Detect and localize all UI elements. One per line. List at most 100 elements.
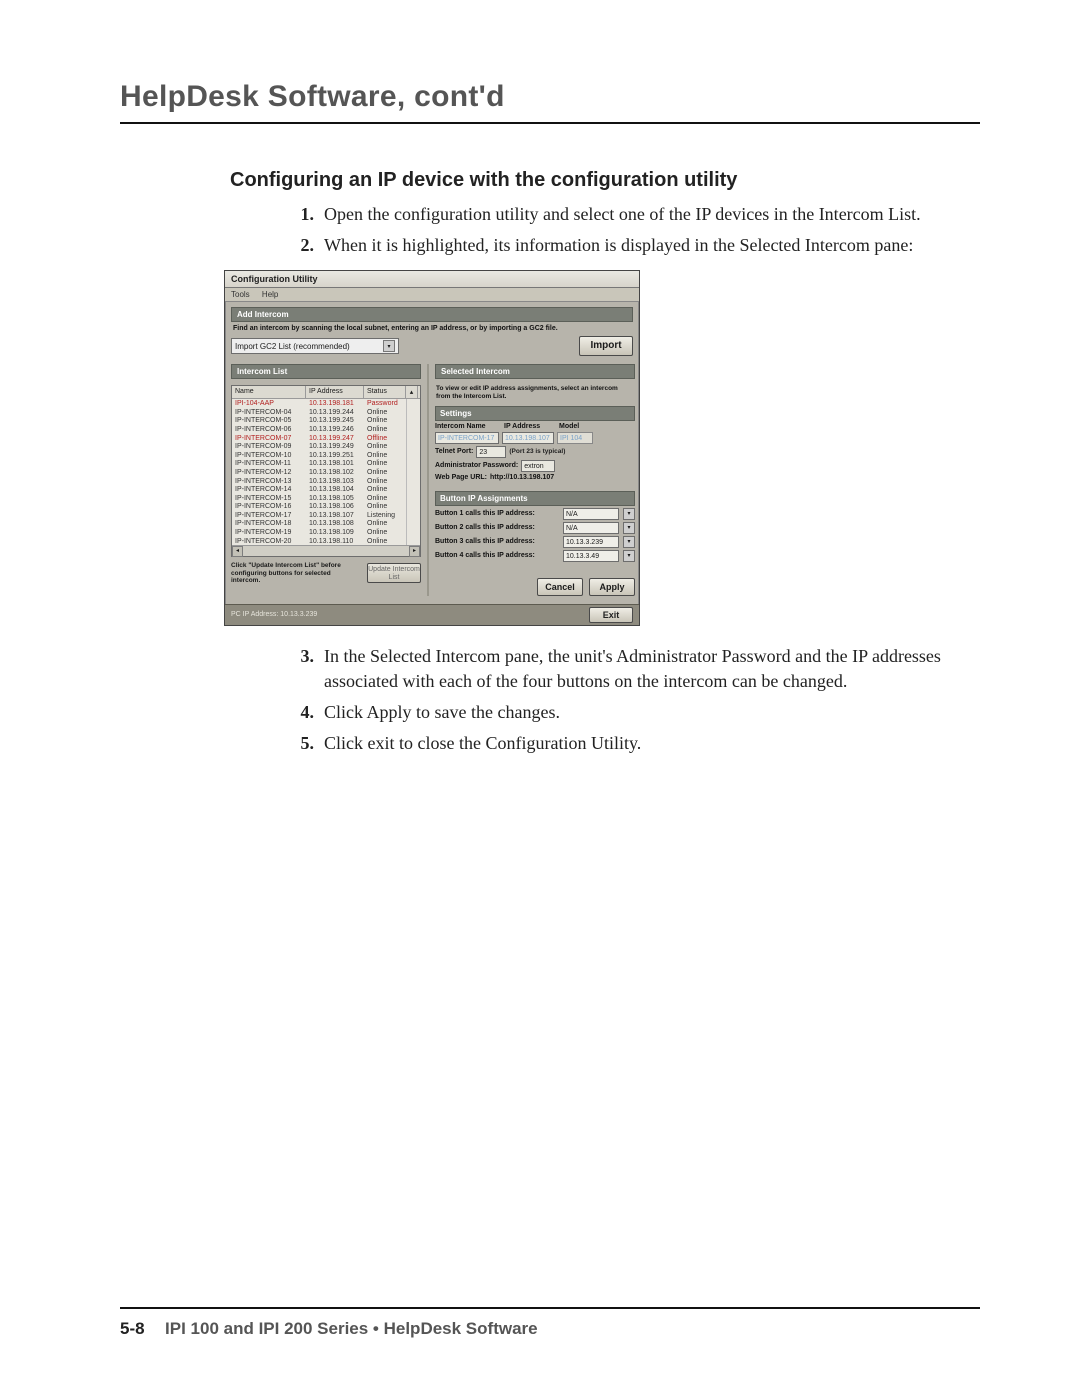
cell-scroll [406,425,418,434]
step-1: 1. Open the configuration utility and se… [290,202,980,227]
cell-status: Online [364,528,406,537]
col-status[interactable]: Status [364,386,406,398]
cell-ip: 10.13.199.251 [306,451,364,460]
cell-scroll [406,460,418,469]
steps-list: 1. Open the configuration utility and se… [230,202,980,258]
section-title: Configuring an IP device with the config… [230,169,980,192]
table-row[interactable]: IPI-104-AAP10.13.198.181Password [232,399,420,408]
cell-scroll [406,399,418,408]
table-row[interactable]: IP-INTERCOM-0610.13.199.246Online [232,425,420,434]
update-intercom-list-button[interactable]: Update Intercom List [367,563,421,583]
table-row[interactable]: IP-INTERCOM-1010.13.199.251Online [232,451,420,460]
button-ip-row: Button 3 calls this IP address: 10.13.3.2… [435,536,635,548]
ip-address-label: IP Address [504,423,556,430]
button-ip-label: Button 3 calls this IP address: [435,538,559,545]
table-row[interactable]: IP-INTERCOM-1510.13.198.105Online [232,494,420,503]
table-row[interactable]: IP-INTERCOM-2010.13.198.110Online [232,537,420,546]
col-ip[interactable]: IP Address [306,386,364,398]
table-row[interactable]: IP-INTERCOM-1710.13.198.107Listening [232,511,420,520]
table-row[interactable]: IP-INTERCOM-1910.13.198.109Online [232,528,420,537]
apply-button[interactable]: Apply [589,578,635,596]
menu-help[interactable]: Help [262,290,278,299]
table-row[interactable]: IP-INTERCOM-1210.13.198.102Online [232,468,420,477]
sort-icon[interactable]: ▴ [406,386,418,398]
cell-status: Online [364,485,406,494]
step-text: Click Apply to save the changes. [324,700,560,725]
cancel-button[interactable]: Cancel [537,578,583,596]
step-num: 5. [290,731,314,756]
cell-status: Offline [364,434,406,443]
cell-status: Online [364,425,406,434]
cell-scroll [406,511,418,520]
intercom-name-field[interactable]: IP-INTERCOM-17 [435,432,499,444]
update-note: Click "Update Intercom List" before conf… [231,562,361,583]
cell-status: Online [364,520,406,529]
cell-ip: 10.13.198.105 [306,494,364,503]
intercom-table: Name IP Address Status ▴ IPI-104-AAP10.1… [231,385,421,557]
telnet-port-field[interactable]: 23 [476,446,506,458]
config-utility-window: Configuration Utility Tools Help Add Int… [224,270,640,625]
cell-ip: 10.13.198.109 [306,528,364,537]
cell-name: IP-INTERCOM-14 [232,485,306,494]
scroll-right-icon[interactable]: ▸ [409,546,420,557]
step-text: When it is highlighted, its information … [324,233,913,258]
cell-name: IPI-104-AAP [232,399,306,408]
cell-scroll [406,477,418,486]
cell-scroll [406,520,418,529]
selected-intercom-header: Selected Intercom [435,364,635,379]
step-num: 2. [290,233,314,258]
cell-ip: 10.13.199.249 [306,442,364,451]
button-ip-field[interactable]: 10.13.3.49 [563,550,619,562]
cell-ip: 10.13.198.103 [306,477,364,486]
table-row[interactable]: IP-INTERCOM-0710.13.199.247Offline [232,434,420,443]
hscrollbar[interactable]: ◂ ▸ [232,545,420,556]
menu-tools[interactable]: Tools [231,290,250,299]
admin-password-field[interactable]: extron [521,460,555,472]
button-ip-field[interactable]: N/A [563,522,619,534]
cell-ip: 10.13.198.108 [306,520,364,529]
table-row[interactable]: IP-INTERCOM-1410.13.198.104Online [232,485,420,494]
cell-scroll [406,408,418,417]
selected-intercom-desc: To view or edit IP address assignments, … [435,383,635,400]
chevron-down-icon[interactable]: ▾ [623,550,635,562]
cell-name: IP-INTERCOM-04 [232,408,306,417]
col-name[interactable]: Name [232,386,306,398]
scroll-left-icon[interactable]: ◂ [232,546,243,557]
cell-name: IP-INTERCOM-06 [232,425,306,434]
cell-scroll [406,451,418,460]
add-intercom-desc: Find an intercom by scanning the local s… [231,322,633,336]
import-mode-select[interactable]: Import GC2 List (recommended) ▾ [231,338,399,354]
button-ip-label: Button 1 calls this IP address: [435,510,559,517]
add-intercom-header: Add Intercom [231,307,633,322]
ip-address-field[interactable]: 10.13.198.107 [502,432,554,444]
button-ip-header: Button IP Assignments [435,491,635,506]
exit-button[interactable]: Exit [589,607,633,623]
cell-name: IP-INTERCOM-12 [232,468,306,477]
cell-status: Online [364,451,406,460]
table-row[interactable]: IP-INTERCOM-0910.13.199.249Online [232,442,420,451]
table-row[interactable]: IP-INTERCOM-1110.13.198.101Online [232,460,420,469]
step-text: In the Selected Intercom pane, the unit'… [324,644,980,694]
cell-scroll [406,442,418,451]
chevron-down-icon[interactable]: ▾ [623,508,635,520]
steps-list-cont: 3. In the Selected Intercom pane, the un… [230,644,980,757]
cell-name: IP-INTERCOM-11 [232,460,306,469]
cell-status: Online [364,468,406,477]
table-row[interactable]: IP-INTERCOM-0510.13.199.245Online [232,417,420,426]
table-row[interactable]: IP-INTERCOM-1810.13.198.108Online [232,520,420,529]
table-row[interactable]: IP-INTERCOM-1310.13.198.103Online [232,477,420,486]
chevron-down-icon[interactable]: ▾ [623,536,635,548]
table-header: Name IP Address Status ▴ [232,386,420,399]
button-ip-field[interactable]: 10.13.3.239 [563,536,619,548]
import-button[interactable]: Import [579,336,633,356]
chevron-down-icon[interactable]: ▾ [623,522,635,534]
step-num: 1. [290,202,314,227]
table-row[interactable]: IP-INTERCOM-1610.13.198.106Online [232,503,420,512]
cell-scroll [406,537,418,546]
cell-ip: 10.13.198.181 [306,399,364,408]
button-ip-field[interactable]: N/A [563,508,619,520]
table-row[interactable]: IP-INTERCOM-0410.13.199.244Online [232,408,420,417]
cell-ip: 10.13.199.245 [306,417,364,426]
cell-scroll [406,485,418,494]
menu-bar: Tools Help [225,288,639,302]
